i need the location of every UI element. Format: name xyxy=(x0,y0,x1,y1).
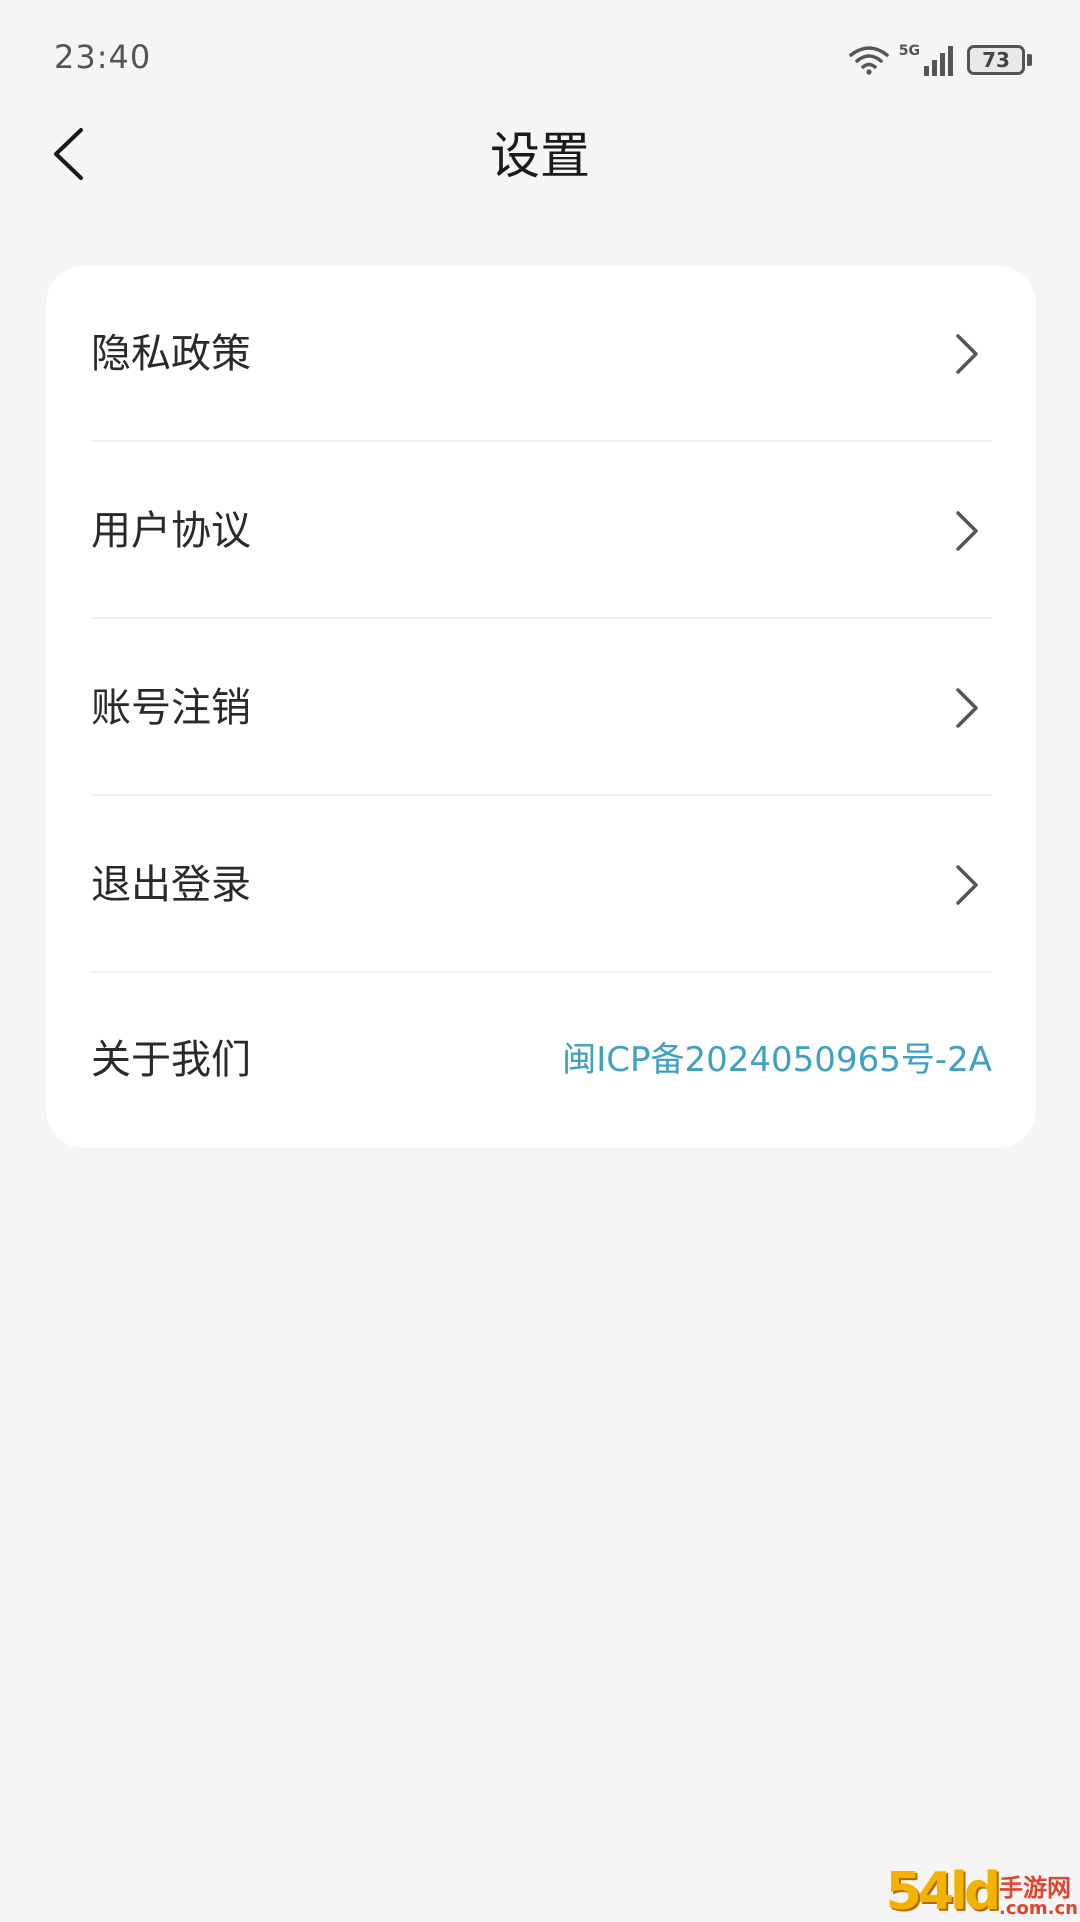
chevron-right-icon xyxy=(954,509,982,553)
settings-item-user-agreement[interactable]: 用户协议 xyxy=(46,443,1036,619)
chevron-right-icon xyxy=(954,686,982,730)
watermark-logo: 54ld 手游网 .com.cn xyxy=(886,1866,1078,1918)
settings-item-label: 退出登录 xyxy=(91,862,251,908)
wifi-icon xyxy=(849,45,889,75)
battery-level: 73 xyxy=(967,45,1025,75)
watermark-domain: .com.cn xyxy=(999,1898,1078,1919)
watermark-digits: 54ld xyxy=(885,1862,1001,1922)
status-icons: 5G 73 xyxy=(849,40,1032,80)
battery-tip xyxy=(1027,54,1032,66)
cellular-signal-icon: 5G xyxy=(899,44,957,76)
watermark-cn: 手游网 xyxy=(999,1874,1072,1902)
status-bar: 23:40 5G 73 xyxy=(0,0,1080,120)
settings-item-label: 隐私政策 xyxy=(91,331,251,377)
settings-item-about-us[interactable]: 关于我们 闽ICP备2024050965号-2A xyxy=(46,972,1036,1148)
settings-item-label: 用户协议 xyxy=(91,508,251,554)
battery-icon: 73 xyxy=(967,45,1032,75)
settings-item-privacy-policy[interactable]: 隐私政策 xyxy=(46,266,1036,442)
settings-item-label: 关于我们 xyxy=(91,1037,251,1083)
settings-item-label: 账号注销 xyxy=(91,685,251,731)
network-type-label: 5G xyxy=(898,43,920,59)
divider xyxy=(91,617,992,619)
chevron-right-icon xyxy=(954,863,982,907)
nav-bar: 设置 xyxy=(0,110,1080,202)
settings-item-delete-account[interactable]: 账号注销 xyxy=(46,620,1036,796)
icp-license-link[interactable]: 闽ICP备2024050965号-2A xyxy=(562,972,992,1148)
divider xyxy=(91,440,992,442)
settings-item-logout[interactable]: 退出登录 xyxy=(46,797,1036,973)
settings-card: 隐私政策 用户协议 账号注销 退出登录 关于我们 闽ICP备2024050965… xyxy=(46,266,1036,1148)
status-time: 23:40 xyxy=(54,38,152,76)
divider xyxy=(91,794,992,796)
chevron-right-icon xyxy=(954,332,982,376)
page-title: 设置 xyxy=(490,127,590,185)
watermark-text: 手游网 .com.cn xyxy=(999,1876,1078,1918)
